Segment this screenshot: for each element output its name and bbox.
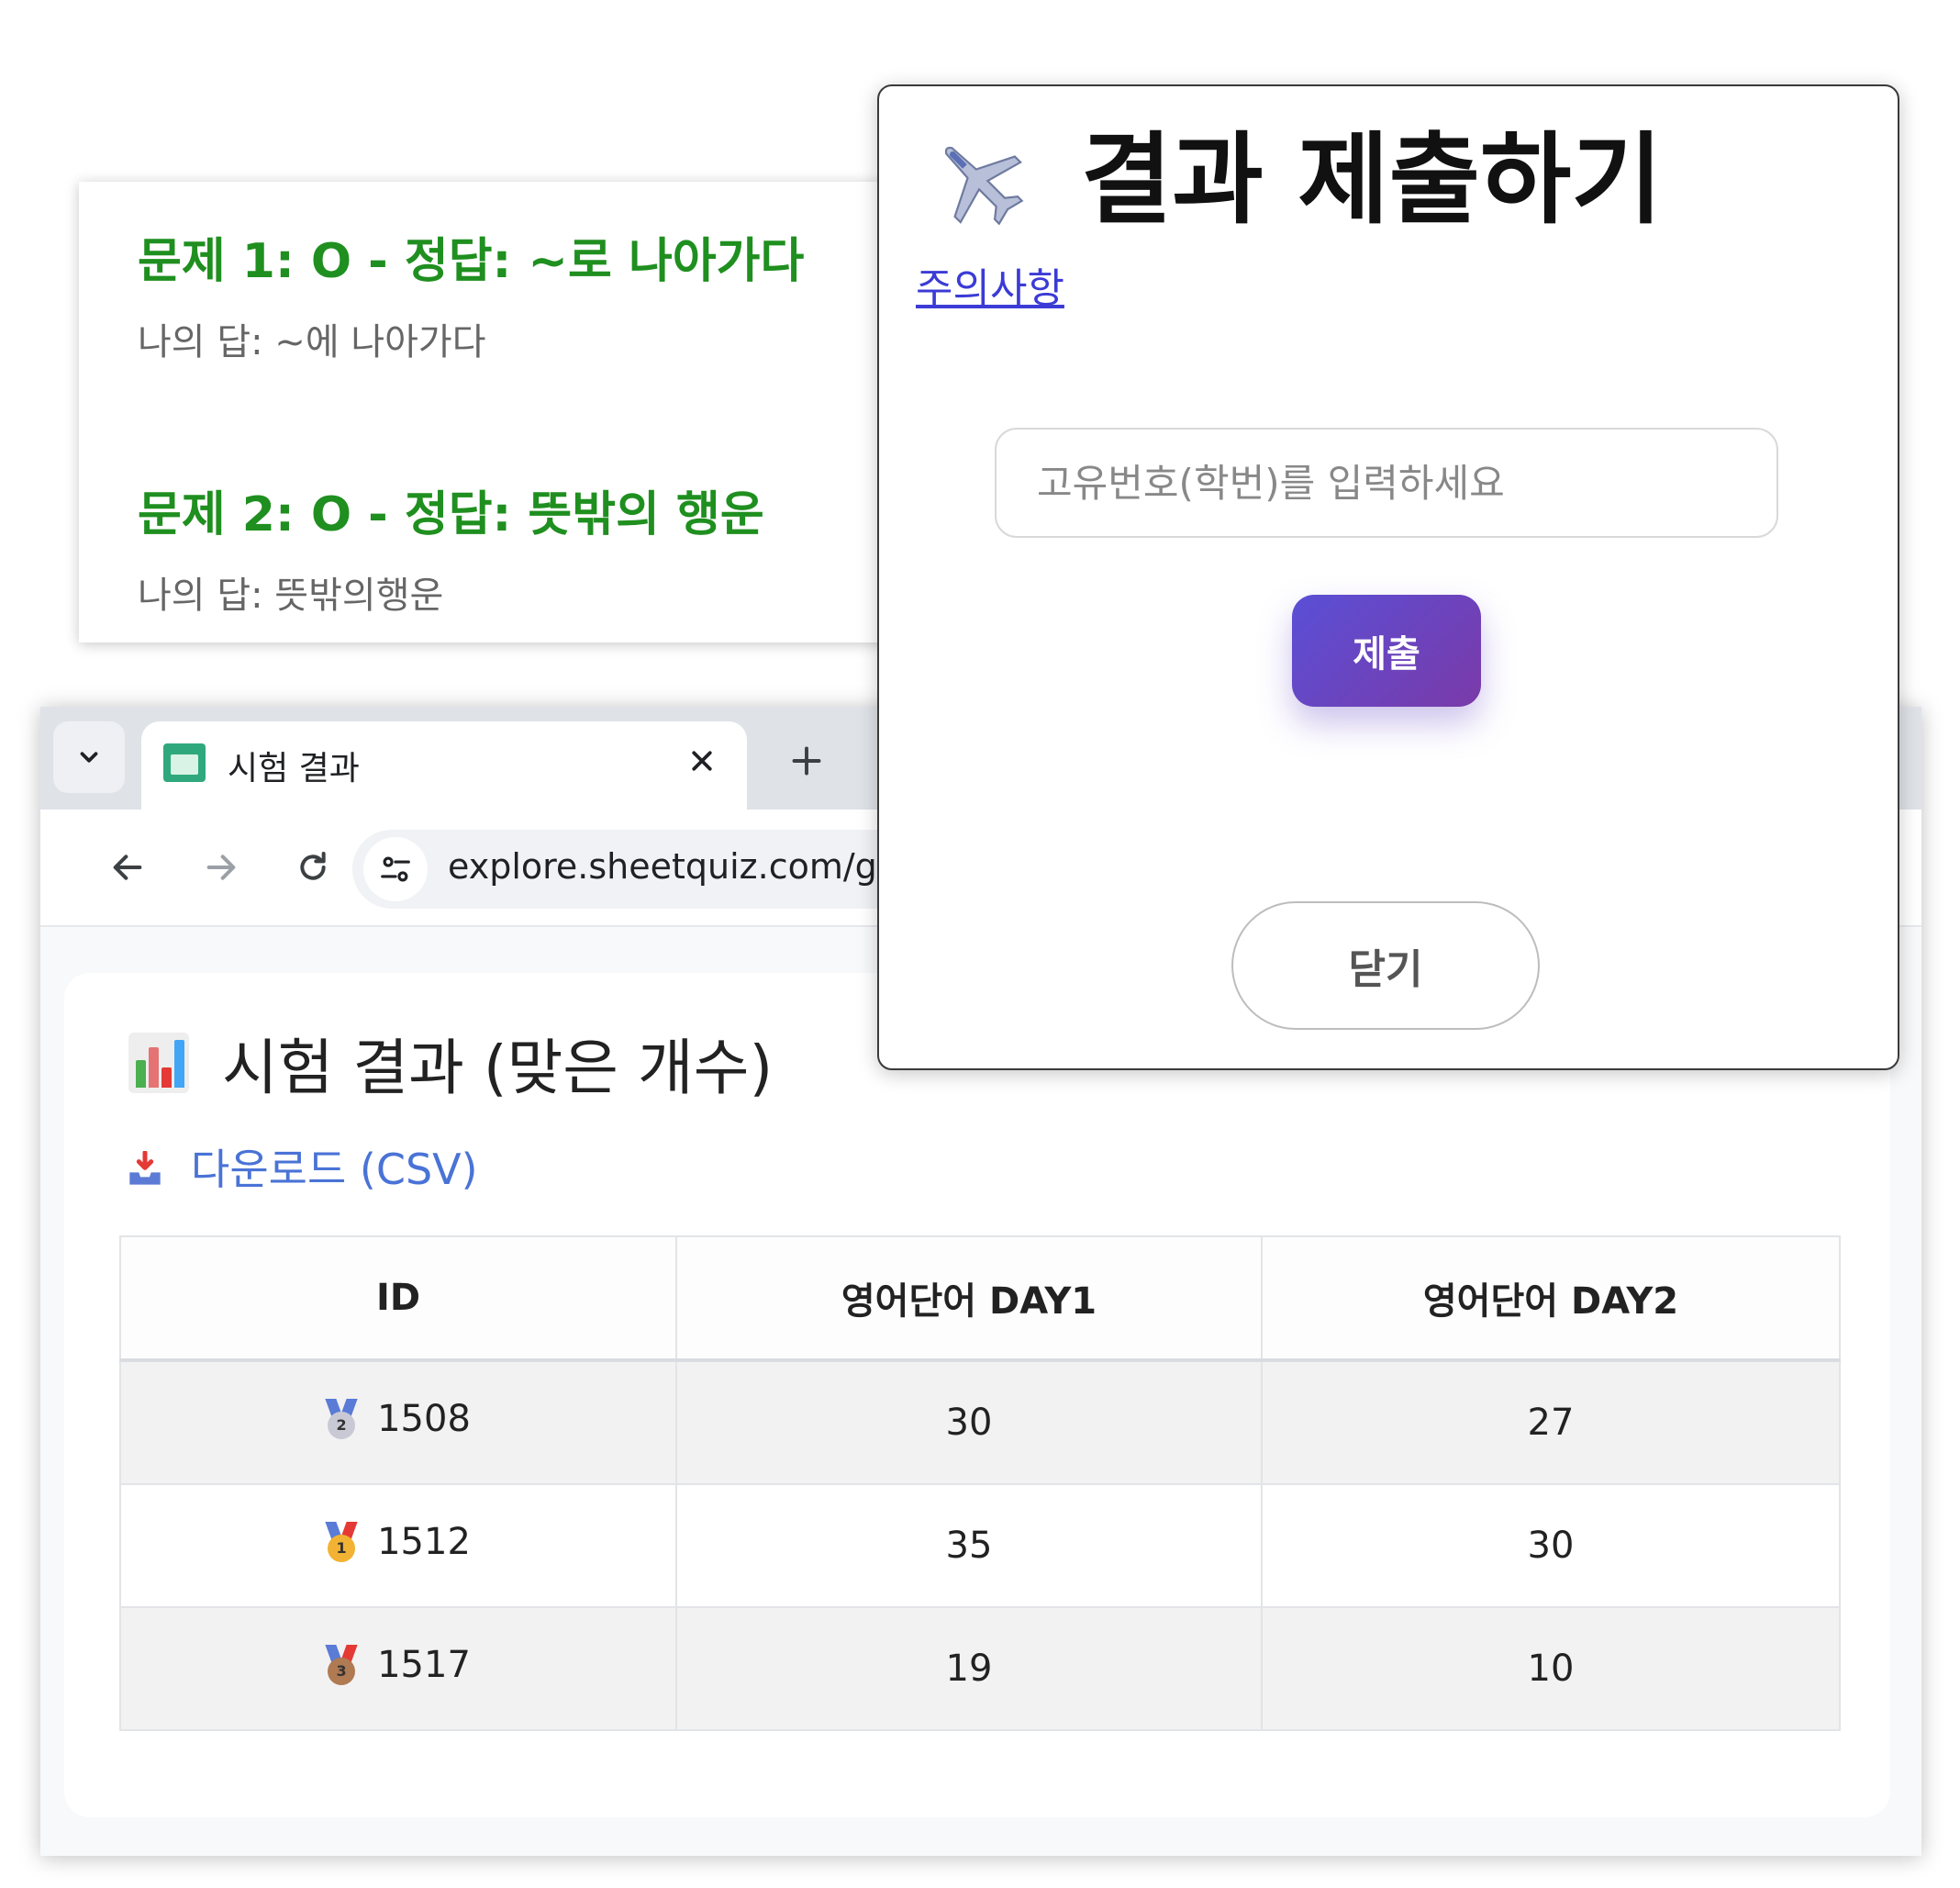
tab-title: 시험 결과 (228, 750, 360, 788)
question-2-my-answer: 나의 답: 뜻밖의행운 (138, 575, 444, 617)
back-button[interactable] (97, 837, 158, 898)
results-table: ID 영어단어 DAY1 영어단어 DAY2 2 1508 30 27 1 15… (119, 1235, 1841, 1731)
id-cell: 2 1508 (119, 1359, 677, 1485)
chevron-down-icon (80, 752, 98, 763)
table-row: 3 1517 19 10 (119, 1606, 1841, 1731)
student-id: 1517 (377, 1643, 471, 1686)
column-header-id: ID (119, 1235, 677, 1362)
forward-button[interactable] (191, 837, 251, 898)
close-tab-button[interactable] (677, 736, 727, 786)
notice-link[interactable]: 주의사항 (916, 255, 1064, 314)
download-label[interactable]: 다운로드 (CSV) (191, 1136, 478, 1197)
close-button[interactable]: 닫기 (1231, 901, 1540, 1030)
day1-score: 19 (675, 1606, 1263, 1731)
student-id-input[interactable] (995, 428, 1778, 538)
question-1-my-answer: 나의 답: ~에 나아가다 (138, 321, 486, 363)
day1-score: 30 (675, 1359, 1263, 1485)
table-row: 2 1508 30 27 (119, 1359, 1841, 1485)
tab-exam-results[interactable]: 시험 결과 (141, 721, 747, 810)
new-tab-button[interactable] (774, 729, 839, 793)
day2-score: 27 (1261, 1359, 1841, 1485)
quiz-answer-card: 문제 1: O - 정답: ~로 나아가다 나의 답: ~에 나아가다 문제 2… (79, 182, 923, 642)
arrow-left-icon (113, 855, 142, 880)
submit-button[interactable]: 제출 (1292, 595, 1481, 707)
third-place-medal-icon: 3 (325, 1644, 358, 1685)
page-title-text: 시험 결과 (맞은 개수) (222, 1033, 774, 1103)
inbox-tray-icon (127, 1148, 163, 1185)
day1-score: 35 (675, 1483, 1263, 1608)
first-place-medal-icon: 1 (325, 1521, 358, 1562)
table-header-row: ID 영어단어 DAY1 영어단어 DAY2 (119, 1235, 1841, 1362)
day2-score: 10 (1261, 1606, 1841, 1731)
table-row: 1 1512 35 30 (119, 1483, 1841, 1608)
download-csv-link[interactable]: 다운로드 (CSV) (127, 1136, 478, 1197)
reload-icon (300, 852, 326, 880)
table-favicon-icon (163, 743, 206, 782)
reload-button[interactable] (283, 837, 343, 898)
day2-score: 30 (1261, 1483, 1841, 1608)
arrow-right-icon (206, 855, 236, 880)
url-text[interactable]: explore.sheetquiz.com/get (448, 846, 912, 887)
submit-results-modal: 결과 제출하기 주의사항 제출 닫기 (877, 84, 1899, 1070)
modal-title-text: 결과 제출하기 (1081, 123, 1663, 238)
student-id: 1508 (377, 1397, 471, 1440)
site-info-button[interactable] (363, 837, 428, 901)
plus-icon (792, 746, 821, 776)
modal-title: 결과 제출하기 (929, 123, 1663, 238)
column-header-day1: 영어단어 DAY1 (675, 1235, 1263, 1362)
question-1-result: 문제 1: O - 정답: ~로 나아가다 (138, 234, 805, 289)
page-title: 시험 결과 (맞은 개수) (128, 1019, 773, 1107)
student-id: 1512 (377, 1520, 471, 1563)
id-cell: 3 1517 (119, 1606, 677, 1731)
column-header-day2: 영어단어 DAY2 (1261, 1235, 1841, 1362)
results-page-card: 시험 결과 (맞은 개수) 다운로드 (CSV) ID 영어단어 DAY1 영어… (64, 973, 1890, 1817)
tune-icon (381, 856, 410, 882)
bar-chart-icon (128, 1033, 189, 1093)
question-2-result: 문제 2: O - 정답: 뜻밖의 행운 (138, 487, 764, 542)
second-place-medal-icon: 2 (325, 1398, 358, 1439)
tab-search-button[interactable] (53, 721, 125, 793)
close-icon (692, 751, 712, 771)
id-cell: 1 1512 (119, 1483, 677, 1608)
airplane-icon (944, 147, 1024, 226)
